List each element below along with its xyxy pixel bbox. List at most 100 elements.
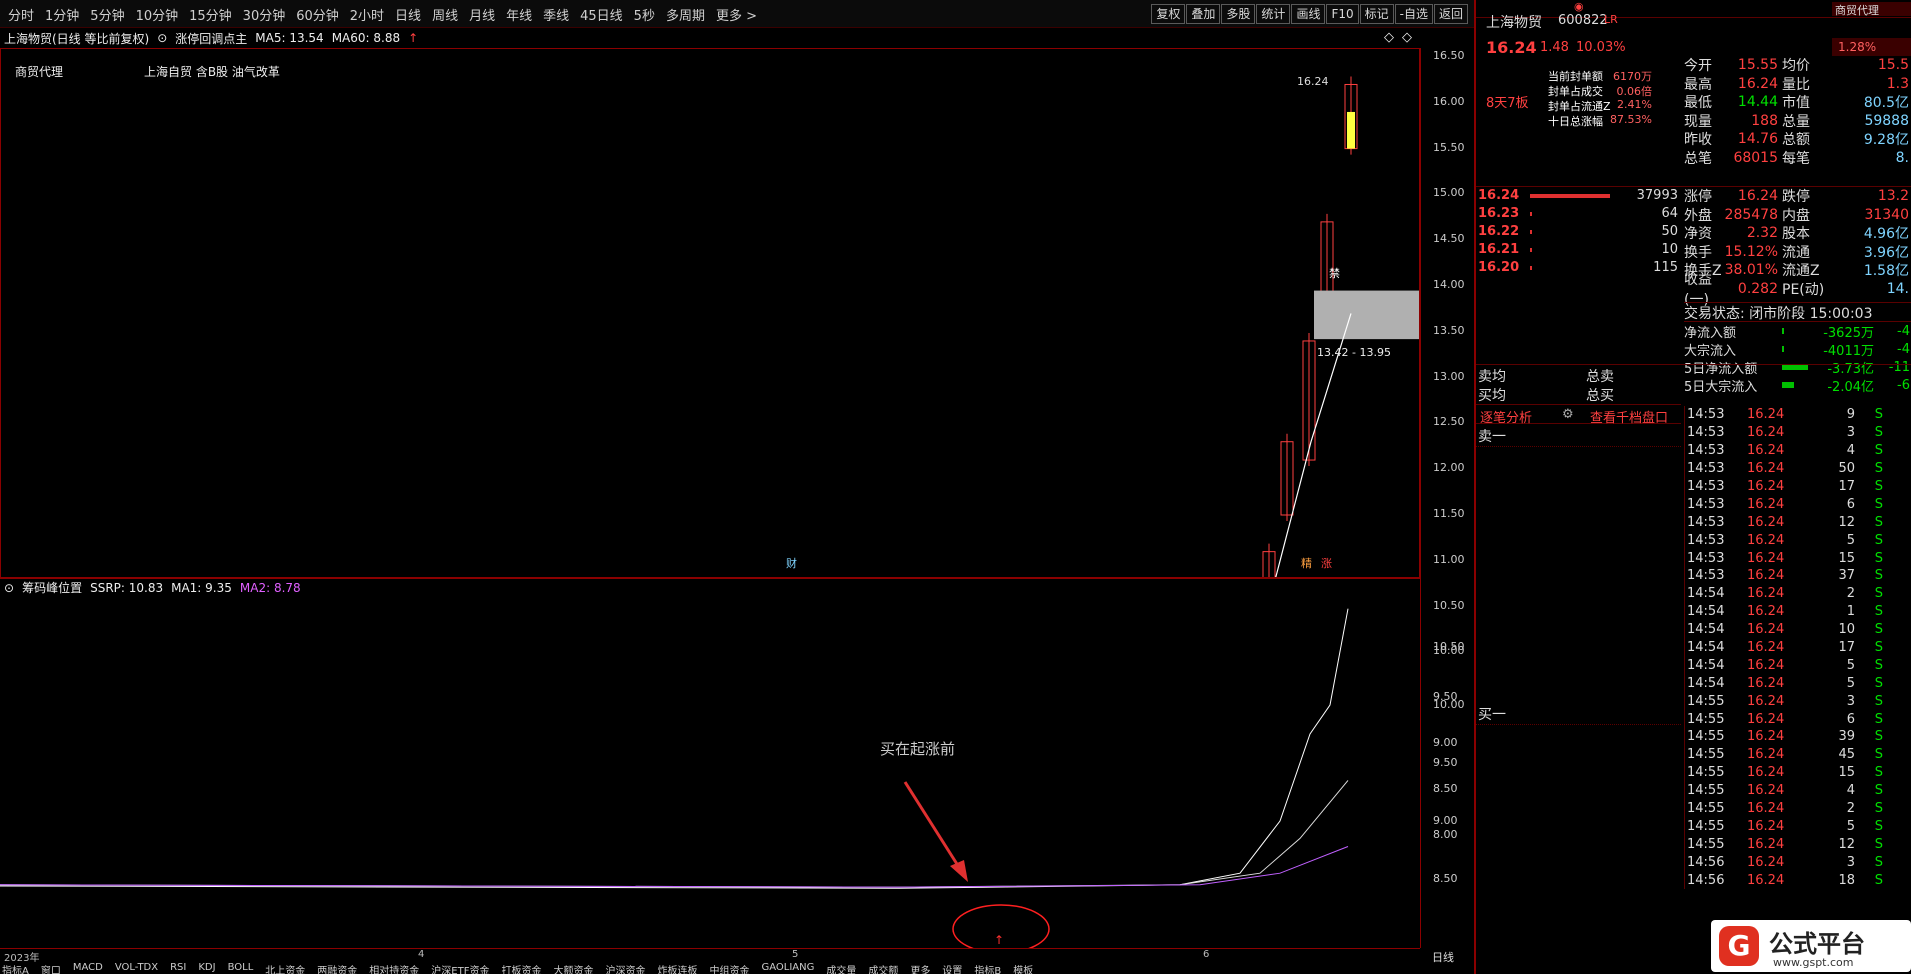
tick-price: 16.24 bbox=[1747, 693, 1785, 709]
indicator-tab[interactable]: VOL-TDX bbox=[115, 962, 158, 974]
indicator-tab[interactable]: GAOLIANG bbox=[761, 962, 814, 974]
main-kline-chart[interactable]: 商贸代理 上海自贸 含B股 油气改革 16.247.7213.42 - 13.9… bbox=[0, 48, 1420, 578]
tick-volume: 6 bbox=[1846, 711, 1855, 727]
tick-price: 16.24 bbox=[1747, 586, 1785, 602]
indicator-tab[interactable]: 指标B bbox=[974, 962, 1001, 974]
indicator-tab[interactable]: 模板 bbox=[1013, 962, 1033, 974]
indicator-tab[interactable]: 成交额 bbox=[868, 962, 898, 974]
tick-volume: 3 bbox=[1846, 693, 1855, 709]
tick-volume: 12 bbox=[1838, 836, 1855, 852]
axis-tick-label: 11.50 bbox=[1433, 507, 1465, 520]
logo-text: 公式平台 bbox=[1769, 930, 1865, 958]
price-axis: 16.50 16.00 15.50 15.00 14.50 14.00 13.50 13.00… bbox=[1420, 48, 1474, 948]
tick-price: 16.24 bbox=[1747, 818, 1785, 834]
flow-row: 5日净流入额 -3.73亿 -11 bbox=[1684, 358, 1911, 377]
period-tab[interactable]: 季线 bbox=[543, 5, 569, 24]
tick-side: S bbox=[1874, 604, 1883, 620]
period-tab[interactable]: 周线 bbox=[432, 5, 458, 24]
period-tab[interactable]: 5分钟 bbox=[90, 5, 124, 24]
indicator-tab[interactable]: 打板资金 bbox=[501, 962, 541, 974]
axis-tick-label: 13.50 bbox=[1433, 323, 1465, 337]
period-tab[interactable]: 更多 > bbox=[716, 5, 757, 24]
period-tab[interactable]: 60分钟 bbox=[296, 5, 339, 24]
limit-info-row: 封单占成交 0.06倍 bbox=[1548, 83, 1652, 98]
ma5-value: MA5: 13.54 bbox=[255, 31, 324, 45]
indicator-tab[interactable]: 中组资金 bbox=[709, 962, 749, 974]
toolbar-button[interactable]: 复权 bbox=[1151, 4, 1186, 24]
period-tab[interactable]: 5秒 bbox=[634, 5, 655, 24]
period-tab[interactable]: 15分钟 bbox=[189, 5, 232, 24]
gear-icon[interactable]: ⚙ bbox=[1562, 407, 1574, 422]
logo-g-icon: G bbox=[1719, 926, 1759, 966]
sub-chart-header: ⊙ 筹码峰位置 SSRP: 10.83 MA1: 9.35 MA2: 8.78 bbox=[0, 578, 1420, 596]
tab-depth[interactable]: 查看千档盘口 bbox=[1590, 407, 1668, 426]
limit-info-label: 十日总涨幅 bbox=[1548, 115, 1603, 128]
chip-peak-chart[interactable]: ↑ 买在起涨前 bbox=[0, 596, 1420, 948]
quote-label: 流通 bbox=[1782, 244, 1810, 261]
tick-price: 16.24 bbox=[1747, 604, 1785, 620]
sub-dropdown-icon[interactable]: ⊙ bbox=[4, 581, 14, 595]
collapse-icon[interactable]: ◉ bbox=[1574, 0, 1584, 13]
flow-bar bbox=[1782, 346, 1784, 352]
period-tab[interactable]: 日线 bbox=[395, 5, 421, 24]
tick-price: 16.24 bbox=[1747, 729, 1785, 745]
indicator-tab[interactable]: 两融资金 bbox=[317, 962, 357, 974]
quote-label: 涨停 bbox=[1684, 189, 1712, 206]
tick-time: 14:53 bbox=[1687, 550, 1725, 566]
indicator-tab[interactable]: 沪深ETF资金 bbox=[431, 962, 489, 974]
tab-tick-analysis[interactable]: 逐笔分析 bbox=[1480, 407, 1532, 426]
toolbar-button[interactable]: 画线 bbox=[1291, 4, 1326, 24]
indicator-tab[interactable]: 窗口 bbox=[41, 962, 61, 974]
period-tab[interactable]: 月线 bbox=[469, 5, 495, 24]
panel-concept-tag[interactable]: 商贸代理 bbox=[1832, 2, 1911, 17]
toolbar-button[interactable]: 多股 bbox=[1221, 4, 1256, 24]
indicator-tab[interactable]: 更多 bbox=[910, 962, 930, 974]
indicator-tab[interactable]: 相对持资金 bbox=[369, 962, 419, 974]
period-tab[interactable]: 多周期 bbox=[666, 5, 705, 24]
indicator-tab[interactable]: KDJ bbox=[198, 962, 215, 974]
indicator-tab[interactable]: 设置 bbox=[942, 962, 962, 974]
indicator-tab[interactable]: 大额资金 bbox=[553, 962, 593, 974]
indicator-tab[interactable]: 指标A bbox=[2, 962, 29, 974]
period-tab[interactable]: 45日线 bbox=[580, 5, 623, 24]
axis-tick-label: 12.00 bbox=[1433, 461, 1465, 475]
toolbar-button[interactable]: 返回 bbox=[1433, 4, 1468, 24]
period-tab[interactable]: 1分钟 bbox=[45, 5, 79, 24]
tick-side: S bbox=[1874, 407, 1883, 423]
quote-label: 最高 bbox=[1684, 76, 1712, 93]
period-tab[interactable]: 30分钟 bbox=[243, 5, 286, 24]
indicator-tab[interactable]: 成交量 bbox=[826, 962, 856, 974]
tick-time: 14:54 bbox=[1687, 622, 1725, 638]
quote-value: 16.24 bbox=[1737, 75, 1778, 92]
diamond-icon[interactable]: ◇ bbox=[1384, 30, 1394, 45]
indicator-tab[interactable]: 炸板连板 bbox=[657, 962, 697, 974]
period-tab[interactable]: 2小时 bbox=[350, 5, 384, 24]
period-tab[interactable]: 年线 bbox=[506, 5, 532, 24]
tick-time: 14:55 bbox=[1687, 765, 1725, 781]
indicator-tab[interactable]: RSI bbox=[170, 962, 186, 974]
period-tab[interactable]: 10分钟 bbox=[136, 5, 179, 24]
close-chart-icon[interactable]: ◇ bbox=[1402, 30, 1412, 45]
quote-row: 现量 188 总量 59888 bbox=[1684, 112, 1911, 131]
indicator-name[interactable]: 涨停回调点主 bbox=[175, 30, 247, 47]
ma60-value: MA60: 8.88 bbox=[331, 31, 401, 45]
toolbar-button[interactable]: 标记 bbox=[1359, 4, 1394, 24]
sub-indicator-name[interactable]: 筹码峰位置 bbox=[22, 579, 82, 596]
toolbar-button[interactable]: F10 bbox=[1326, 4, 1359, 24]
quote-row: 净资 2.32 股本 4.96亿 bbox=[1684, 224, 1911, 243]
indicator-dropdown-icon[interactable]: ⊙ bbox=[157, 31, 167, 45]
toolbar-button[interactable]: 叠加 bbox=[1186, 4, 1221, 24]
flow-label: 大宗流入 bbox=[1684, 343, 1737, 359]
tick-side: S bbox=[1874, 801, 1883, 817]
toolbar-button[interactable]: 统计 bbox=[1256, 4, 1291, 24]
quote-label: 均价 bbox=[1782, 58, 1810, 75]
flow-value: -3625万 bbox=[1823, 325, 1874, 341]
bid-row: 16.20 115 bbox=[1478, 259, 1683, 277]
indicator-tab[interactable]: 沪深资金 bbox=[605, 962, 645, 974]
toolbar-button[interactable]: -自选 bbox=[1394, 4, 1433, 24]
indicator-tab[interactable]: MACD bbox=[73, 962, 103, 974]
indicator-tab[interactable]: 北上资金 bbox=[265, 962, 305, 974]
bid-price: 16.20 bbox=[1478, 260, 1520, 275]
period-tab[interactable]: 分时 bbox=[8, 5, 34, 24]
indicator-tab[interactable]: BOLL bbox=[228, 962, 254, 974]
